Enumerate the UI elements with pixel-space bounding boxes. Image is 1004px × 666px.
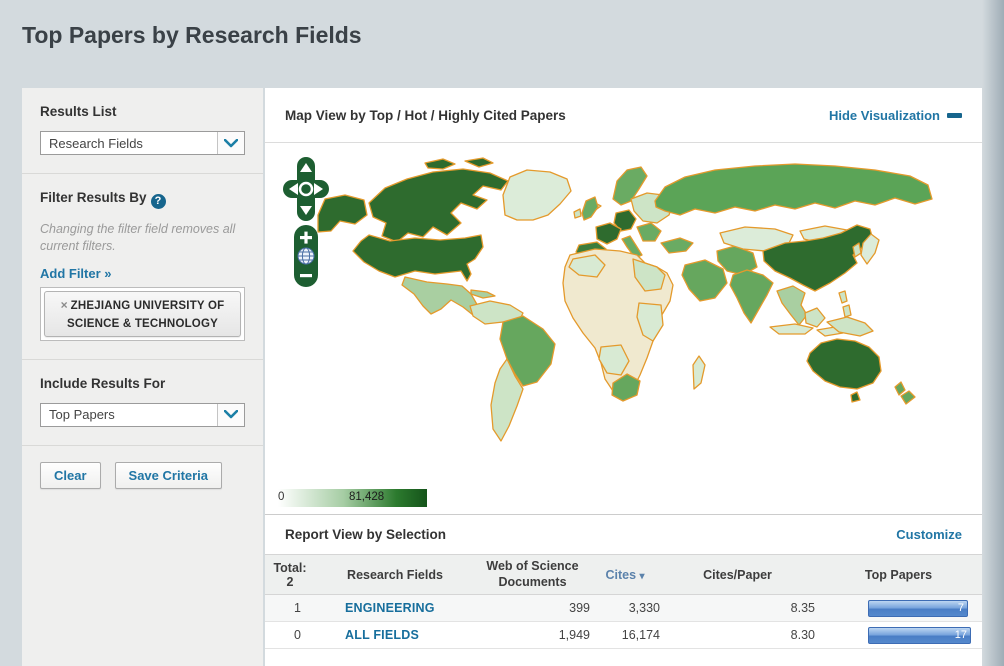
research-field-link[interactable]: ENGINEERING [345,601,435,615]
visualization-panel: Map View by Top / Hot / Highly Cited Pap… [265,88,982,666]
globe-icon [298,248,314,264]
page-title: Top Papers by Research Fields [22,22,362,49]
save-criteria-button[interactable]: Save Criteria [115,462,223,489]
filter-chip-box: ×ZHEJIANG UNIVERSITY OF SCIENCE & TECHNO… [40,287,245,341]
hide-visualization-link[interactable]: Hide Visualization [829,108,962,123]
row-documents: 1,949 [475,628,590,642]
report-header: Report View by Selection Customize [265,515,982,554]
filter-note: Changing the filter field removes all cu… [40,221,245,255]
chevron-down-icon[interactable] [217,132,244,154]
sort-desc-icon: ▾ [640,571,645,582]
results-list-section: Results List Research Fields [22,88,263,174]
top-papers-bar: 17 [868,627,971,644]
header-research-fields[interactable]: Research Fields [315,568,475,582]
row-documents: 399 [475,601,590,615]
table-header-row: Total: 2 Research Fields Web of Science … [265,554,982,595]
top-papers-bar: 7 [868,600,968,617]
help-icon[interactable]: ? [151,194,166,209]
map-pan-control[interactable] [283,157,329,221]
header-top-papers[interactable]: Top Papers [815,568,982,582]
header-cites-per-paper[interactable]: Cites/Paper [660,568,815,582]
include-results-label: Include Results For [40,376,245,391]
map-zoom-control[interactable] [294,225,318,287]
filter-results-section: Filter Results By? Changing the filter f… [22,174,263,360]
results-list-select[interactable]: Research Fields [40,131,245,155]
legend-max-value: 81,428 [349,491,384,503]
row-cites: 3,330 [590,601,660,615]
header-documents[interactable]: Web of Science Documents [475,555,590,594]
map-region: 0 81,428 [265,143,982,515]
include-results-selected-value: Top Papers [41,407,217,422]
zoom-out-button [300,274,312,277]
row-cites-per-paper: 8.35 [660,601,815,615]
header-cites[interactable]: Cites ▾ [590,568,660,582]
results-list-label: Results List [40,104,245,119]
map-panel-title: Map View by Top / Hot / Highly Cited Pap… [285,108,566,123]
row-count: 1 [265,601,315,615]
row-count: 0 [265,628,315,642]
filter-chip[interactable]: ×ZHEJIANG UNIVERSITY OF SCIENCE & TECHNO… [44,291,241,337]
world-map[interactable] [265,143,982,515]
filter-results-label: Filter Results By [40,190,147,205]
legend-min-value: 0 [278,491,284,503]
row-cites: 16,174 [590,628,660,642]
map-legend-gradient: 0 81,428 [275,489,427,507]
table-row: 0 ALL FIELDS 1,949 16,174 8.30 17 [265,622,982,649]
main-content: Results List Research Fields Filter Resu… [22,88,982,666]
row-cites-per-paper: 8.30 [660,628,815,642]
table-row: 1 ENGINEERING 399 3,330 8.35 7 [265,595,982,622]
page-edge-shade [982,0,1004,666]
filters-sidebar: Results List Research Fields Filter Resu… [22,88,263,666]
include-results-select[interactable]: Top Papers [40,403,245,427]
report-title: Report View by Selection [285,527,446,542]
map-panel-header: Map View by Top / Hot / Highly Cited Pap… [265,88,982,143]
add-filter-link[interactable]: Add Filter » [40,266,112,281]
sidebar-buttons: Clear Save Criteria [22,446,263,505]
header-total: Total: 2 [265,561,315,589]
research-field-link[interactable]: ALL FIELDS [345,628,419,642]
clear-button[interactable]: Clear [40,462,101,489]
minus-icon [947,113,962,118]
results-list-selected-value: Research Fields [41,136,217,151]
chevron-down-icon[interactable] [217,404,244,426]
remove-filter-icon[interactable]: × [61,298,68,312]
filter-chip-label: ZHEJIANG UNIVERSITY OF SCIENCE & TECHNOL… [67,300,224,330]
include-results-section: Include Results For Top Papers [22,360,263,446]
customize-link[interactable]: Customize [896,527,962,542]
